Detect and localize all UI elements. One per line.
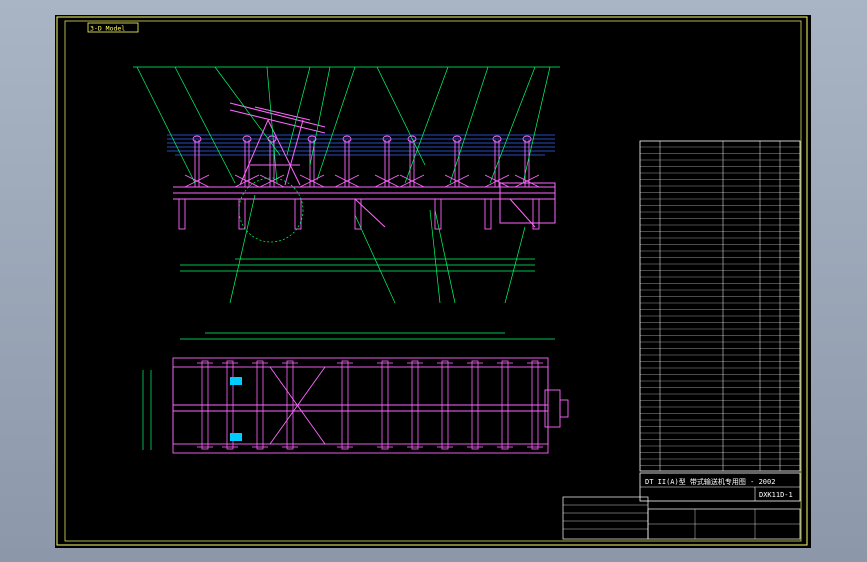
head-structure — [229, 102, 326, 186]
inner-border — [64, 20, 802, 542]
plan-view — [142, 332, 569, 454]
tab-label[interactable]: 3-D Model — [90, 25, 125, 33]
drawing-number: DXK11D-1 — [759, 491, 793, 499]
plan-highlight-a — [230, 377, 242, 385]
cad-drawing: 3-D Model DT II(A)型 带式输送机专用图 - 2002 DXK1… — [56, 16, 808, 546]
parts-list — [639, 140, 801, 472]
elevation-view — [133, 66, 560, 304]
cad-viewport[interactable]: 3-D Model DT II(A)型 带式输送机专用图 - 2002 DXK1… — [55, 15, 811, 548]
product-title: DT II(A)型 带式输送机专用图 - 2002 — [645, 477, 775, 486]
hidden-lines — [167, 134, 555, 156]
sheet-border — [56, 16, 808, 546]
frame-rails — [173, 182, 556, 228]
parts-list-frame — [639, 140, 801, 472]
parts-list-rows — [640, 146, 800, 466]
plan-dimensions — [142, 332, 555, 450]
idler-groups — [184, 135, 540, 188]
title-block: DT II(A)型 带式输送机专用图 - 2002 DXK11D-1 — [562, 472, 801, 540]
plan-highlight-b — [230, 433, 242, 441]
